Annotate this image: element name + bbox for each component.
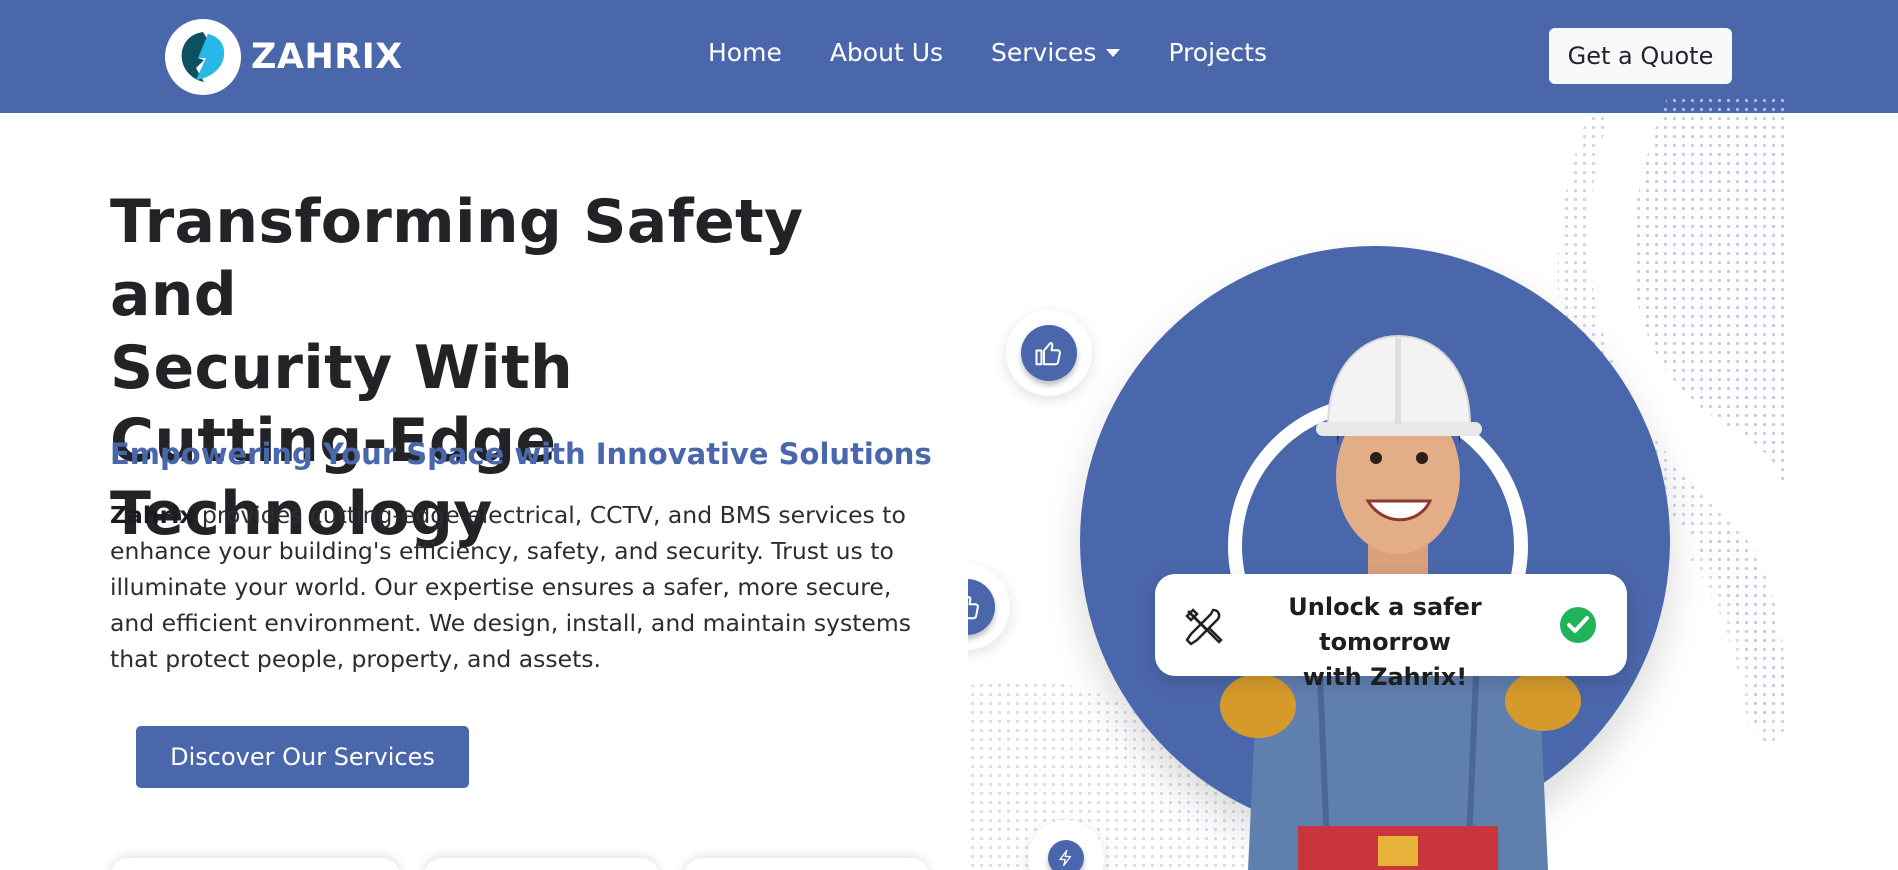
feature-card xyxy=(424,858,659,870)
lightning-bolt-icon xyxy=(165,19,241,95)
nav-link-home[interactable]: Home xyxy=(708,38,782,67)
check-circle-icon xyxy=(1559,606,1597,648)
thumbs-up-icon xyxy=(968,579,995,635)
caret-down-icon xyxy=(1106,48,1121,57)
hero-description-brand: Zahrix xyxy=(110,501,195,529)
hero-title-line2: Security With xyxy=(110,333,574,403)
get-quote-button[interactable]: Get a Quote xyxy=(1549,28,1732,84)
nav-link-about[interactable]: About Us xyxy=(830,38,943,67)
thumbs-up-bubble xyxy=(1006,310,1092,396)
promo-line2: with Zahrix! xyxy=(1302,663,1468,691)
nav-link-services[interactable]: Services xyxy=(991,38,1121,67)
brand[interactable]: ZAHRIX xyxy=(165,19,403,95)
main-nav: Home About Us Services Projects xyxy=(708,38,1315,67)
thumbs-up-icon xyxy=(1021,325,1077,381)
feature-card xyxy=(110,858,400,870)
lightning-bolt-icon xyxy=(1048,840,1084,870)
promo-line1: Unlock a safer tomorrow xyxy=(1288,593,1482,656)
tools-icon xyxy=(1183,606,1225,652)
promo-text: Unlock a safer tomorrow with Zahrix! xyxy=(1225,590,1545,695)
hero-description-text: provides cutting-edge electrical, CCTV, … xyxy=(110,501,912,673)
brand-name: ZAHRIX xyxy=(251,37,403,77)
hero-description: Zahrix provides cutting-edge electrical,… xyxy=(110,497,940,677)
discover-services-button[interactable]: Discover Our Services xyxy=(136,726,469,788)
feature-card xyxy=(684,858,929,870)
nav-link-projects[interactable]: Projects xyxy=(1168,38,1267,67)
promo-card: Unlock a safer tomorrow with Zahrix! xyxy=(1155,574,1627,691)
hero-visual xyxy=(968,96,1788,870)
hero-title-line1: Transforming Safety and xyxy=(110,187,804,330)
nav-link-services-label: Services xyxy=(991,38,1097,67)
hero-subtitle: Empowering Your Space with Innovative So… xyxy=(110,437,932,471)
